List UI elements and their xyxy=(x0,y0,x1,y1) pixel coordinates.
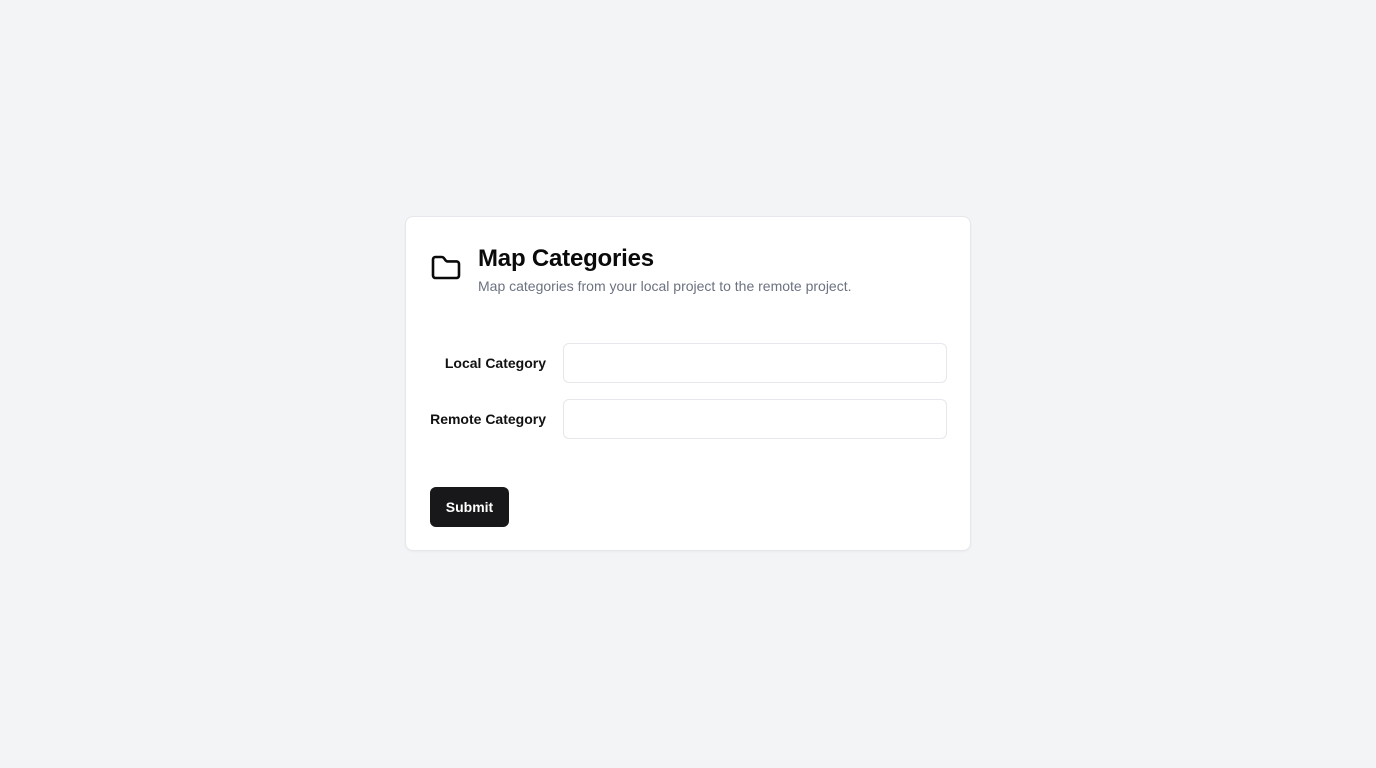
remote-category-label: Remote Category xyxy=(430,411,546,427)
card-titles: Map Categories Map categories from your … xyxy=(478,245,852,296)
local-category-row: Local Category xyxy=(406,343,970,383)
page-title: Map Categories xyxy=(478,245,654,272)
remote-category-row: Remote Category xyxy=(406,399,970,439)
card-header: Map Categories Map categories from your … xyxy=(430,245,852,296)
local-category-input[interactable] xyxy=(563,343,947,383)
remote-category-input[interactable] xyxy=(563,399,947,439)
map-categories-card: Map Categories Map categories from your … xyxy=(405,216,971,551)
local-category-label: Local Category xyxy=(444,355,546,371)
page-subtitle: Map categories from your local project t… xyxy=(478,278,852,294)
folder-icon xyxy=(430,253,464,283)
submit-button[interactable]: Submit xyxy=(430,487,509,527)
